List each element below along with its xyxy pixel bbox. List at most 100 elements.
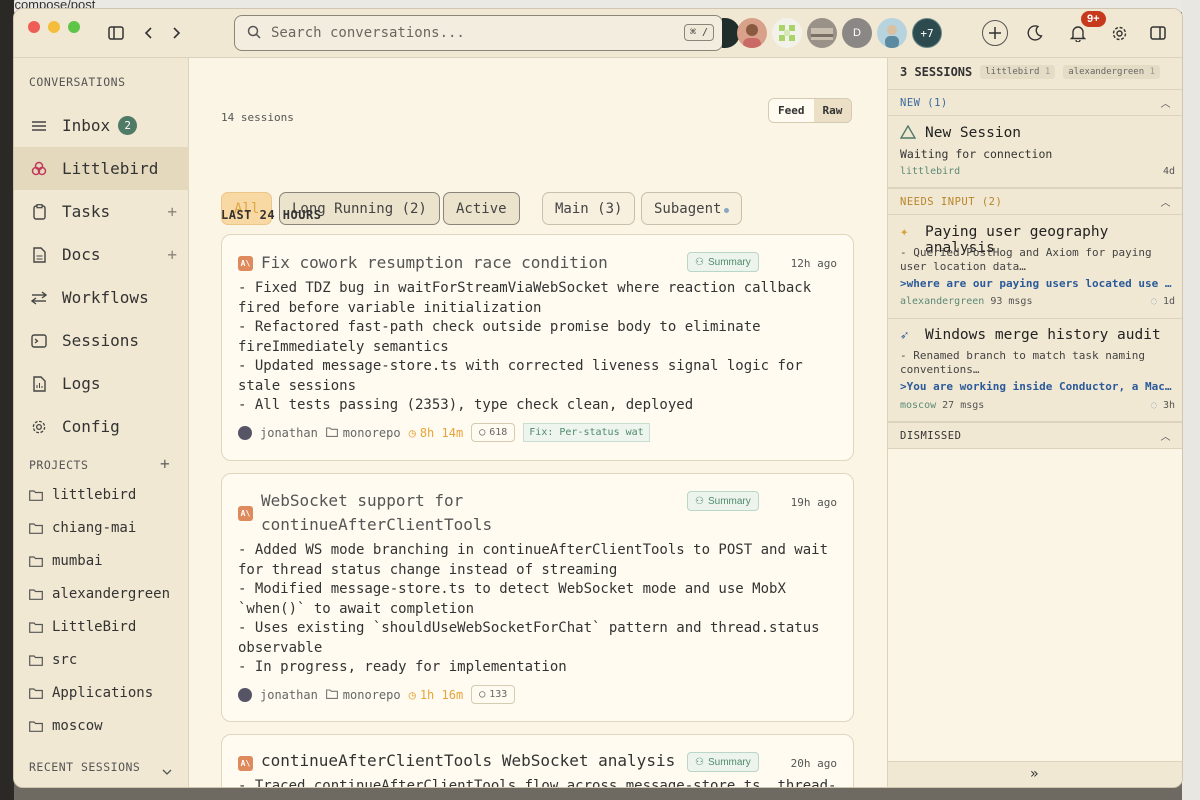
chevron-up-icon: ︿ [1160,198,1171,209]
card-body: - Traced continueAfterClientTools flow a… [238,778,837,788]
sidebar-item-docs[interactable]: Docs + [14,233,189,276]
session-card[interactable]: A\ WebSocket support for continueAfterCl… [221,473,854,722]
back-icon[interactable] [140,23,156,43]
summary-badge[interactable]: ⚇ Summary [687,252,759,272]
session-desc: Waiting for connection [900,147,1053,161]
add-icon[interactable] [982,20,1008,46]
add-doc-icon[interactable]: + [167,245,177,264]
forward-icon[interactable] [169,23,185,43]
sidebar-item-inbox[interactable]: Inbox 2 [14,104,189,147]
folder-icon [29,720,43,732]
feed-view-button[interactable]: Feed [769,99,814,122]
session-item[interactable]: New Session Waiting for connection littl… [888,116,1182,188]
project-label: alexandergreen [52,586,171,602]
project-item[interactable]: moscow [29,715,103,737]
group-label: NEW (1) [900,96,948,109]
avatar[interactable] [877,18,907,48]
close-window-button[interactable] [28,21,40,33]
sidebar-item-config[interactable]: Config [14,405,189,448]
project-label: src [52,652,78,668]
panel-title: 3 SESSIONS [900,65,973,79]
sidebar-item-label: Workflows [62,288,149,307]
sidebar: CONVERSATIONS Inbox 2 Littlebird Tasks +… [14,58,189,787]
avatar[interactable] [807,18,837,48]
avatar [238,425,252,440]
sidebar-item-label: Sessions [62,331,140,350]
summary-label: Summary [707,256,751,268]
card-duration: 1h 16m [419,687,464,702]
group-new[interactable]: NEW (1) ︿ [888,89,1182,116]
terminal-icon [30,332,48,350]
sidebar-item-label: Tasks [62,202,111,221]
raw-view-button[interactable]: Raw [813,99,852,122]
group-dismissed[interactable]: DISMISSED ︿ [888,422,1182,449]
session-project: littlebird [900,166,961,177]
search-bar[interactable]: ⌘ / [234,15,723,51]
session-count: 14 sessions [221,111,294,124]
project-filter-tag[interactable]: littlebird 1 [980,65,1056,79]
avatar[interactable] [737,18,767,48]
claude-icon: A\ [238,756,253,771]
session-desc: - Queried PostHog and Axiom for paying u… [900,246,1152,273]
card-repo: monorepo [342,687,401,702]
minimize-window-button[interactable] [48,21,60,33]
moon-icon[interactable] [1025,23,1045,43]
folder-icon [29,687,43,699]
sidebar-item-sessions[interactable]: Sessions [14,319,189,362]
project-item[interactable]: mumbai [29,550,103,572]
sidebar-item-logs[interactable]: Logs [14,362,189,405]
filter-active[interactable]: Active [443,192,520,225]
project-item[interactable]: Applications [29,682,153,704]
filter-main[interactable]: Main (3) [542,192,636,225]
session-title: New Session [925,125,1022,141]
users-icon: ⚇ [695,495,704,507]
session-item[interactable]: ➶ Windows merge history audit - Renamed … [888,319,1182,422]
more-avatars-badge[interactable]: +7 [912,18,942,48]
chevron-down-icon[interactable] [162,761,172,780]
summary-badge[interactable]: ⚇ Summary [687,752,759,772]
sidebar-item-littlebird[interactable]: Littlebird [14,147,189,190]
project-item[interactable]: alexandergreen [29,583,170,605]
view-toggle: Feed Raw [768,98,853,123]
folder-icon [29,555,43,567]
gear-icon[interactable] [1109,23,1129,43]
project-item[interactable]: src [29,649,77,671]
card-title: WebSocket support for continueAfterClien… [261,491,493,534]
add-project-icon[interactable]: + [160,454,170,473]
project-item[interactable]: chiang-mai [29,517,136,539]
summary-badge[interactable]: ⚇ Summary [687,491,759,511]
inbox-count-badge: 2 [118,116,138,135]
sidebar-item-tasks[interactable]: Tasks + [14,190,189,233]
folder-icon [325,426,338,440]
conversations-header: CONVERSATIONS [29,75,126,89]
message-count: ◯ 618 [471,423,516,442]
rocket-icon: ➶ [900,328,909,344]
avatar[interactable]: D [842,18,872,48]
card-title: Fix cowork resumption race condition [261,253,608,272]
group-needs-input[interactable]: NEEDS INPUT (2) ︿ [888,188,1182,215]
chevron-up-icon: ︿ [1160,432,1171,443]
session-card[interactable]: A\ continueAfterClientTools WebSocket an… [221,734,854,788]
maximize-window-button[interactable] [68,21,80,33]
project-item[interactable]: LittleBird [29,616,136,638]
background-page [1182,0,1200,800]
filter-subagent[interactable]: Subagent [641,192,743,225]
session-question: >where are our paying users located use … [900,277,1175,290]
project-item[interactable]: littlebird [29,484,136,506]
collapse-panel-button[interactable]: » [1030,766,1038,782]
recent-sessions-header[interactable]: RECENT SESSIONS [29,760,140,774]
session-item[interactable]: ✦ Paying user geography analysis - Queri… [888,215,1182,319]
right-panel-toggle-icon[interactable] [1148,23,1168,43]
sidebar-toggle-icon[interactable] [106,23,126,43]
project-filter-tag[interactable]: alexandergreen 1 [1063,65,1160,79]
add-task-icon[interactable]: + [167,202,177,221]
sidebar-item-workflows[interactable]: Workflows [14,276,189,319]
session-footer: alexandergreen 93 msgs [900,296,1032,307]
folder-icon [29,489,43,501]
background-app [0,0,14,800]
card-time: 19h ago [790,496,837,509]
group-label: NEEDS INPUT (2) [900,195,1003,208]
avatar[interactable] [772,18,802,48]
session-card[interactable]: A\ Fix cowork resumption race condition … [221,234,854,461]
search-input[interactable] [271,25,651,41]
